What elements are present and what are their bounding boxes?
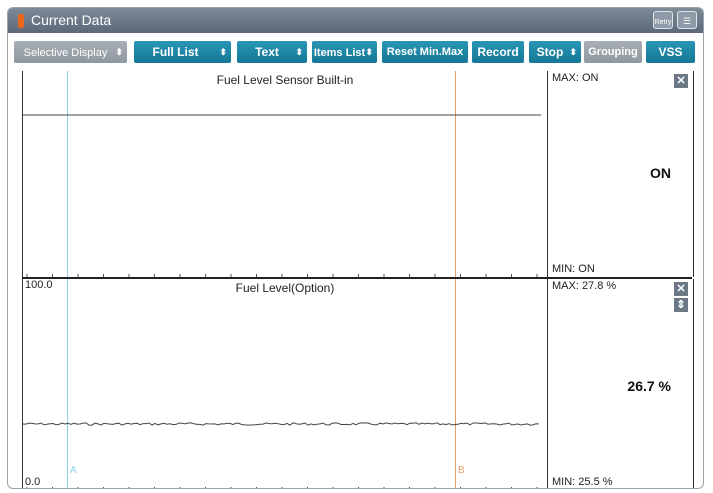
stop-label: Stop [536, 45, 564, 59]
sort-arrows-icon: ⬍ [115, 47, 123, 57]
record-label: Record [477, 45, 519, 59]
selective-display-button[interactable]: Selective Display ⬍ [14, 41, 127, 63]
grouping-label: Grouping [588, 46, 638, 58]
sort-arrows-icon: ⬍ [295, 47, 303, 57]
current-data-window: Current Data Retry ☰ Selective Display ⬍ … [7, 7, 704, 489]
sort-arrows-icon: ⬍ [365, 47, 373, 57]
full-list-button[interactable]: Full List ⬍ [134, 41, 231, 63]
resize-arrows-icon: ⇕ [676, 299, 686, 311]
text-label: Text [255, 45, 279, 59]
vss-button[interactable]: VSS [646, 41, 695, 63]
sort-arrows-icon: ⬍ [569, 47, 577, 57]
retry-button[interactable]: Retry [653, 11, 673, 29]
full-list-label: Full List [152, 45, 199, 59]
min-value: MIN: ON [552, 263, 595, 275]
reset-minmax-label: Reset Min.Max [386, 46, 464, 58]
resize-panel-button[interactable]: ⇕ [674, 298, 688, 312]
graph-panel-fuel-level: 100.0 0.0 Fuel Level(Option) A B MAX: 27… [22, 279, 694, 488]
graph-trace [23, 114, 541, 277]
flag-icon [18, 14, 24, 28]
title-bar: Current Data Retry ☰ [8, 8, 703, 34]
current-value: 26.7 % [627, 378, 671, 394]
current-value: ON [650, 165, 671, 181]
value-side-panel: MAX: 27.8 % ✕ ⇕ 26.7 % MIN: 25.5 % [548, 279, 693, 488]
close-icon: ✕ [676, 75, 686, 87]
window-title: Current Data [31, 12, 112, 28]
items-list-label: Items List [313, 47, 366, 59]
reset-minmax-button[interactable]: Reset Min.Max [382, 41, 468, 63]
grouping-button[interactable]: Grouping [584, 41, 642, 63]
retry-icon: Retry [654, 19, 672, 26]
graph-trace [23, 422, 540, 488]
min-value: MIN: 25.5 % [552, 476, 613, 488]
graph-area: 100.0 0.0 Fuel Level(Option) A B [23, 279, 548, 488]
close-icon: ✕ [676, 283, 686, 295]
max-value: MAX: ON [552, 72, 599, 84]
text-button[interactable]: Text ⬍ [237, 41, 307, 63]
sort-arrows-icon: ⬍ [219, 47, 227, 57]
menu-button[interactable]: ☰ [677, 11, 697, 29]
graph-area: Fuel Level Sensor Built-in [23, 71, 548, 277]
graph-panel-fuel-sensor: Fuel Level Sensor Built-in MAX: ON ✕ ON … [22, 71, 694, 277]
record-button[interactable]: Record [472, 41, 524, 63]
value-side-panel: MAX: ON ✕ ON MIN: ON [548, 71, 693, 277]
selective-display-label: Selective Display [23, 47, 108, 59]
vss-label: VSS [658, 45, 683, 59]
items-list-button[interactable]: Items List ⬍ [312, 41, 377, 63]
close-panel-button[interactable]: ✕ [674, 74, 688, 88]
max-value: MAX: 27.8 % [552, 280, 617, 292]
close-panel-button[interactable]: ✕ [674, 282, 688, 296]
list-icon: ☰ [682, 16, 692, 26]
toolbar: Selective Display ⬍ Full List ⬍ Text ⬍ Item… [8, 33, 703, 71]
stop-button[interactable]: Stop ⬍ [529, 41, 581, 63]
